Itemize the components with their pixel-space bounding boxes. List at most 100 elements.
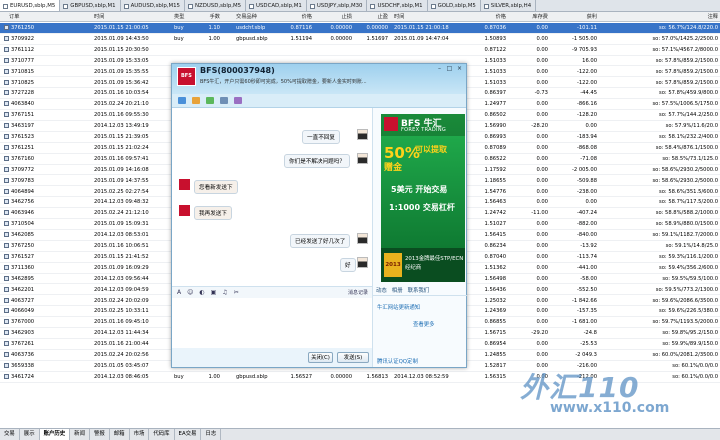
bfs-avatar[interactable]: BFS <box>177 67 196 86</box>
table-cell: so: 57.1%/4567.2/8000.0 <box>652 46 718 53</box>
table-cell: -0.73 <box>534 90 548 97</box>
table-row[interactable]: 3461724 2014.12.03 08:46:05 buy 1.00 gbpusd.… <box>0 372 720 383</box>
bottom-tab[interactable]: 交易 <box>0 429 20 440</box>
table-row[interactable]: 3761112 2015.01.15 20:30:50 0.87122 0.00 -9 … <box>0 45 720 56</box>
send-button[interactable]: 发送(S) <box>337 352 369 363</box>
order-cell: 3710504 <box>2 219 82 230</box>
order-icon <box>4 362 9 368</box>
screenshot-icon[interactable]: ✂ <box>234 289 239 296</box>
order-cell: 3462903 <box>2 328 82 339</box>
column-header[interactable]: 手数 <box>206 12 220 22</box>
emoji-icon[interactable]: ☺ <box>187 289 193 296</box>
bottom-tab[interactable]: 日志 <box>201 429 222 440</box>
table-cell: 2014.12.03 13:49:19 <box>94 123 149 130</box>
message-record-button[interactable]: 消息记录 <box>348 289 368 296</box>
order-cell: 3710777 <box>2 56 82 67</box>
shake-icon[interactable]: ◐ <box>199 289 204 296</box>
table-cell: -1 681.00 <box>572 319 597 326</box>
chart-tab[interactable]: USDCAD,sblp,M1 <box>246 0 307 11</box>
column-header[interactable]: 库存费 <box>512 12 548 22</box>
close-icon[interactable]: × <box>456 66 463 72</box>
video-call-icon[interactable] <box>178 97 186 104</box>
chart-tab[interactable]: USDCHF,sblp,M1 <box>367 0 428 11</box>
table-cell: 2014.12.03 08:46:05 <box>94 373 149 380</box>
app-icon[interactable] <box>234 97 242 104</box>
close-button[interactable]: 关闭(C) <box>308 352 333 363</box>
table-cell: 1.10 <box>208 25 220 31</box>
table-cell: 0.00 <box>536 308 548 315</box>
table-cell: so: 58.5%/73.1/125.0 <box>662 155 718 162</box>
order-cell: 3767261 <box>2 339 82 350</box>
tab-contact-us[interactable]: 联系我们 <box>408 286 430 295</box>
order-icon <box>4 46 9 52</box>
chart-tab[interactable]: USDJPY,sblp,M30 <box>307 0 368 11</box>
maximize-icon[interactable]: □ <box>446 66 453 72</box>
column-header[interactable]: 交易品种 <box>236 12 282 22</box>
column-header[interactable]: 注释 <box>600 12 718 22</box>
minimize-icon[interactable]: – <box>436 66 443 72</box>
column-header[interactable]: 止盈 <box>356 12 388 22</box>
table-cell: usdchf.sblp <box>236 25 266 31</box>
column-header[interactable]: 订单 <box>9 12 89 22</box>
tab-dynamics[interactable]: 动态 <box>376 286 387 295</box>
order-icon <box>4 253 9 259</box>
table-row[interactable]: 3761250 2015.01.15 21:00:05 buy 1.10 usdchf.… <box>0 23 720 34</box>
chart-icon <box>3 3 8 9</box>
bottom-tab[interactable]: 市场 <box>130 429 150 440</box>
table-cell: 1.51033 <box>484 68 506 75</box>
chart-tab[interactable]: NZDUSD,sblp,M5 <box>185 0 247 11</box>
table-cell: 2015.01.15 20:30:50 <box>94 46 149 53</box>
table-cell: 0.86502 <box>484 112 506 119</box>
chart-tab-label: AUDUSD,sblp,M15 <box>130 3 180 9</box>
notice-link[interactable]: 牛汇网站更新通知 <box>377 303 420 311</box>
order-cell: 3761250 <box>2 23 82 34</box>
bottom-tab[interactable]: 新闻 <box>70 429 90 440</box>
chart-tab[interactable]: GOLD,sblp,M5 <box>428 0 481 11</box>
table-cell: 1.56813 <box>366 373 388 380</box>
table-cell: 0.00 <box>536 362 548 369</box>
table-cell: so: 58.4%/876.1/1500.0 <box>655 144 718 151</box>
chart-tab[interactable]: SILVER,sblp,H4 <box>481 0 537 11</box>
order-id: 3767000 <box>11 319 35 326</box>
chart-tab[interactable]: GBPUSD,sblp,M1 <box>60 0 121 11</box>
order-icon <box>4 221 9 227</box>
send-file-icon[interactable] <box>206 97 214 104</box>
order-icon <box>4 166 9 172</box>
window-controls: – □ × <box>436 66 463 72</box>
table-cell: 2015.01.09 14:16:08 <box>94 166 149 173</box>
tab-album[interactable]: 相册 <box>392 286 403 295</box>
chart-tab[interactable]: AUDUSD,sblp,M15 <box>121 0 185 11</box>
table-cell: 1.18655 <box>484 177 506 184</box>
voice-call-icon[interactable] <box>192 97 200 104</box>
bottom-tab[interactable]: 警报 <box>90 429 110 440</box>
bottom-tab[interactable]: 邮箱 <box>110 429 130 440</box>
table-row[interactable]: 3709922 2015.01.09 14:43:50 buy 1.00 gbpusd.… <box>0 34 720 45</box>
column-header[interactable]: 止损 <box>318 12 352 22</box>
table-cell: 0.86234 <box>484 243 506 249</box>
column-header[interactable]: 获利 <box>551 12 597 22</box>
column-header[interactable]: 价格 <box>282 12 312 22</box>
font-icon[interactable]: A <box>177 289 181 296</box>
bfs-advertisement[interactable]: BFS 牛汇 FOREX TRADING 50% 可以提取 赠金 5美元 开始交… <box>381 114 465 282</box>
bottom-tab[interactable]: 账户历史 <box>39 429 71 440</box>
see-more-link[interactable]: 查看更多 <box>413 320 435 328</box>
ad-min-deposit: 5美元 开始交易 <box>391 185 448 194</box>
table-cell: -24.8 <box>583 330 597 337</box>
table-cell: 0.87122 <box>484 46 506 53</box>
table-cell: so: 60.0%/2081.2/3500.0 <box>652 352 718 358</box>
message-out: 好 <box>340 258 356 272</box>
screen-share-icon[interactable] <box>220 97 228 104</box>
bottom-tab[interactable]: EA交易 <box>175 429 202 440</box>
order-id: 3462903 <box>11 330 35 337</box>
chart-tab[interactable]: EURUSD,sblp,M5 <box>0 0 61 11</box>
column-header[interactable]: 时间 <box>94 12 174 22</box>
auth-link[interactable]: 腾讯认证QQ定制 <box>377 357 418 365</box>
image-icon[interactable]: ▣ <box>211 289 217 296</box>
bottom-tab[interactable]: 展示 <box>20 429 40 440</box>
column-header[interactable]: 价格 <box>476 12 506 22</box>
chat-input-box[interactable] <box>172 298 372 348</box>
voice-icon[interactable]: ♫ <box>222 289 227 296</box>
bottom-tab[interactable]: 代码库 <box>149 429 175 440</box>
column-header[interactable]: 类型 <box>174 12 204 22</box>
column-header[interactable]: 时间 <box>394 12 474 22</box>
